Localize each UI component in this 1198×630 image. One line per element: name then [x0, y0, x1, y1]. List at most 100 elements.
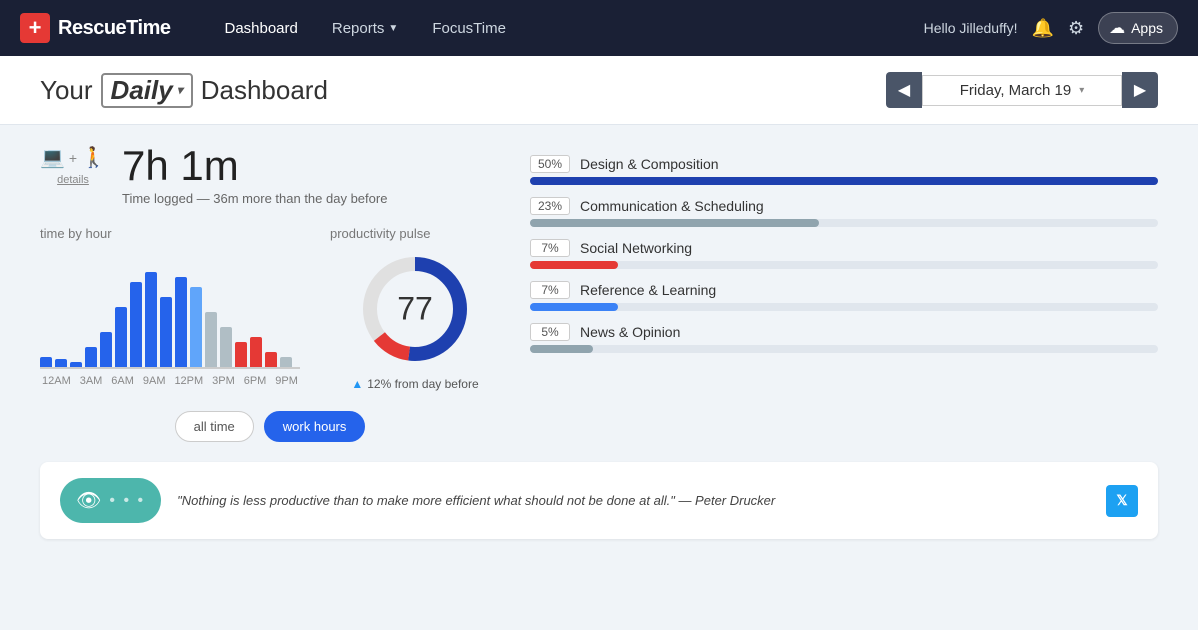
- bar-item: [250, 337, 262, 367]
- apps-button[interactable]: ☁ Apps: [1098, 12, 1178, 44]
- bar-item: [115, 307, 127, 367]
- bar-item: [205, 312, 217, 367]
- bar-item: [265, 352, 277, 367]
- category-name: Design & Composition: [580, 156, 719, 172]
- pulse-label: productivity pulse: [330, 226, 500, 241]
- category-pct: 50%: [530, 155, 570, 173]
- progress-bar-bg: [530, 345, 1158, 353]
- nav-reports[interactable]: Reports ▼: [318, 14, 412, 43]
- category-pct: 7%: [530, 239, 570, 257]
- bar-chart: [40, 249, 300, 369]
- progress-bar-bg: [530, 261, 1158, 269]
- toggle-row: all time work hours: [40, 411, 500, 442]
- time-subtitle: Time logged — 36m more than the day befo…: [122, 191, 387, 206]
- dashboard-body: 💻 + 🚶 details 7h 1m Time logged — 36m mo…: [40, 145, 1158, 442]
- progress-bar-bg: [530, 219, 1158, 227]
- progress-bar-fill: [530, 303, 618, 311]
- quote-bar: 👁 • • • "Nothing is less productive than…: [40, 462, 1158, 539]
- bar-item: [190, 287, 202, 367]
- chevron-down-icon: ▼: [388, 23, 398, 34]
- nav-dashboard[interactable]: Dashboard: [210, 14, 311, 43]
- main-content: 💻 + 🚶 details 7h 1m Time logged — 36m mo…: [0, 125, 1198, 559]
- category-pct: 23%: [530, 197, 570, 215]
- category-name: Communication & Scheduling: [580, 198, 764, 214]
- category-row: 50% Design & Composition: [530, 155, 1158, 185]
- bar-item: [235, 342, 247, 367]
- logo-text: RescueTime: [58, 17, 170, 40]
- date-caret-icon: ▾: [1079, 85, 1084, 96]
- progress-bar-fill: [530, 345, 593, 353]
- view-type-selector[interactable]: Daily ▾: [101, 73, 193, 108]
- laptop-icon: 💻: [40, 145, 65, 170]
- chart-x-label: 6PM: [244, 375, 267, 387]
- bar-item: [160, 297, 172, 367]
- productivity-pulse: productivity pulse 77 ▲: [330, 226, 500, 391]
- category-row: 7% Reference & Learning: [530, 281, 1158, 311]
- chart-x-label: 9PM: [275, 375, 298, 387]
- pulse-change: ▲ 12% from day before: [330, 377, 500, 391]
- work-hours-button[interactable]: work hours: [264, 411, 366, 442]
- chart-x-label: 9AM: [143, 375, 166, 387]
- progress-bar-bg: [530, 303, 1158, 311]
- twitter-icon: 𝕏: [1116, 492, 1127, 509]
- right-panel: 50% Design & Composition 23% Communicati…: [530, 145, 1158, 442]
- page-title: Your Daily ▾ Dashboard: [40, 73, 328, 108]
- left-panel: 💻 + 🚶 details 7h 1m Time logged — 36m mo…: [40, 145, 500, 442]
- category-pct: 7%: [530, 281, 570, 299]
- bar-item: [280, 357, 292, 367]
- bar-item: [145, 272, 157, 367]
- category-header: 23% Communication & Scheduling: [530, 197, 1158, 215]
- progress-bar-fill: [530, 177, 1158, 185]
- twitter-share-button[interactable]: 𝕏: [1106, 485, 1138, 517]
- eye-badge: 👁 • • •: [60, 478, 161, 523]
- bell-icon[interactable]: 🔔: [1032, 18, 1054, 39]
- category-name: News & Opinion: [580, 324, 680, 340]
- nav-focustime[interactable]: FocusTime: [418, 14, 520, 43]
- prev-date-button[interactable]: ◀: [886, 72, 922, 108]
- category-row: 7% Social Networking: [530, 239, 1158, 269]
- chart-x-label: 3PM: [212, 375, 235, 387]
- category-header: 50% Design & Composition: [530, 155, 1158, 173]
- logo-icon: [20, 13, 50, 43]
- logo[interactable]: RescueTime: [20, 13, 170, 43]
- view-caret-icon: ▾: [177, 83, 183, 97]
- plus-icon: +: [69, 150, 77, 166]
- progress-bar-fill: [530, 261, 618, 269]
- up-arrow-icon: ▲: [351, 377, 363, 391]
- bar-item: [85, 347, 97, 367]
- bar-item: [70, 362, 82, 367]
- time-summary: 💻 + 🚶 details 7h 1m Time logged — 36m mo…: [40, 145, 500, 206]
- progress-bar-fill: [530, 219, 819, 227]
- category-name: Social Networking: [580, 240, 692, 256]
- category-row: 23% Communication & Scheduling: [530, 197, 1158, 227]
- category-name: Reference & Learning: [580, 282, 716, 298]
- person-icon: 🚶: [81, 145, 106, 170]
- category-pct: 5%: [530, 323, 570, 341]
- total-time: 7h 1m: [122, 145, 387, 187]
- category-header: 7% Social Networking: [530, 239, 1158, 257]
- current-date: Friday, March 19 ▾: [922, 75, 1122, 106]
- chart-label: time by hour: [40, 226, 300, 241]
- pulse-score: 77: [397, 291, 433, 328]
- quote-text: "Nothing is less productive than to make…: [177, 493, 1090, 508]
- computer-activity-icon: 💻 + 🚶 details: [40, 145, 106, 186]
- next-date-button[interactable]: ▶: [1122, 72, 1158, 108]
- category-row: 5% News & Opinion: [530, 323, 1158, 353]
- category-header: 5% News & Opinion: [530, 323, 1158, 341]
- dots-icon: • • •: [109, 492, 145, 510]
- greeting: Hello Jilleduffy!: [924, 20, 1018, 36]
- bar-item: [130, 282, 142, 367]
- nav-right: Hello Jilleduffy! 🔔 ⚙ ☁ Apps: [924, 12, 1178, 44]
- bar-item: [55, 359, 67, 367]
- chart-x-label: 3AM: [80, 375, 103, 387]
- tools-icon[interactable]: ⚙: [1068, 18, 1084, 39]
- bar-item: [220, 327, 232, 367]
- chart-x-labels: 12AM3AM6AM9AM12PM3PM6PM9PM: [40, 375, 300, 387]
- navbar: RescueTime Dashboard Reports ▼ FocusTime…: [0, 0, 1198, 56]
- charts-row: time by hour 12AM3AM6AM9AM12PM3PM6PM9PM …: [40, 226, 500, 391]
- details-link[interactable]: details: [57, 174, 89, 186]
- cloud-icon: ☁: [1109, 18, 1125, 38]
- donut-chart: 77: [355, 249, 475, 369]
- all-time-button[interactable]: all time: [175, 411, 254, 442]
- bar-item: [100, 332, 112, 367]
